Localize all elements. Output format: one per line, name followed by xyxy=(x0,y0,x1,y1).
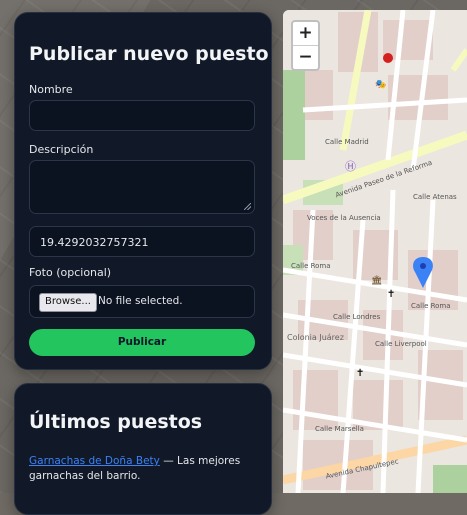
neighborhood-label: Colonia Juárez xyxy=(287,333,344,342)
publish-form-panel: Publicar nuevo puesto Nombre Descripción… xyxy=(14,12,272,370)
map-view[interactable]: 🎭 Ⓗ 🏛 ✝ ✝ + − Avenida Paseo de la Reform… xyxy=(283,10,467,493)
street-label: Calle Madrid xyxy=(325,138,369,146)
svg-text:🎭: 🎭 xyxy=(375,79,386,90)
file-status: No file selected. xyxy=(98,295,183,307)
coordinates-input[interactable]: 19.4292032757321 xyxy=(29,226,255,257)
street-label: Calle Marsella xyxy=(315,425,364,433)
svg-text:Ⓗ: Ⓗ xyxy=(345,160,356,173)
zoom-out-button[interactable]: − xyxy=(293,46,318,69)
street-label: Calle Liverpool xyxy=(375,340,427,348)
list-item: Garnachas de Doña Bety — Las mejores gar… xyxy=(29,454,249,484)
description-textarea[interactable] xyxy=(29,160,255,214)
latest-posts-title: Últimos puestos xyxy=(29,411,203,433)
form-title: Publicar nuevo puesto xyxy=(29,43,269,65)
street-label: Calle Atenas xyxy=(413,193,457,201)
place-label: Voces de la Ausencia xyxy=(307,214,381,222)
description-label: Descripción xyxy=(29,143,94,156)
browse-button[interactable]: Browse... xyxy=(39,293,97,312)
photo-file-input[interactable]: Browse... No file selected. xyxy=(29,285,255,318)
photo-label: Foto (opcional) xyxy=(29,266,112,279)
street-label: Calle Roma xyxy=(411,302,451,310)
street-label: Calle Londres xyxy=(333,313,381,321)
zoom-control: + − xyxy=(291,20,320,71)
zoom-in-button[interactable]: + xyxy=(293,22,318,46)
name-input[interactable] xyxy=(29,100,255,131)
resize-handle-icon[interactable] xyxy=(244,203,251,210)
name-label: Nombre xyxy=(29,83,73,96)
street-label: Calle Roma xyxy=(291,262,331,270)
svg-text:✝: ✝ xyxy=(356,368,364,379)
svg-text:✝: ✝ xyxy=(387,289,395,300)
publish-button[interactable]: Publicar xyxy=(29,329,255,356)
map-tiles: 🎭 Ⓗ 🏛 ✝ ✝ xyxy=(283,10,467,493)
post-link[interactable]: Garnachas de Doña Bety xyxy=(29,455,160,467)
latest-posts-panel: Últimos puestos Garnachas de Doña Bety —… xyxy=(14,383,272,515)
svg-text:🏛: 🏛 xyxy=(371,275,382,286)
